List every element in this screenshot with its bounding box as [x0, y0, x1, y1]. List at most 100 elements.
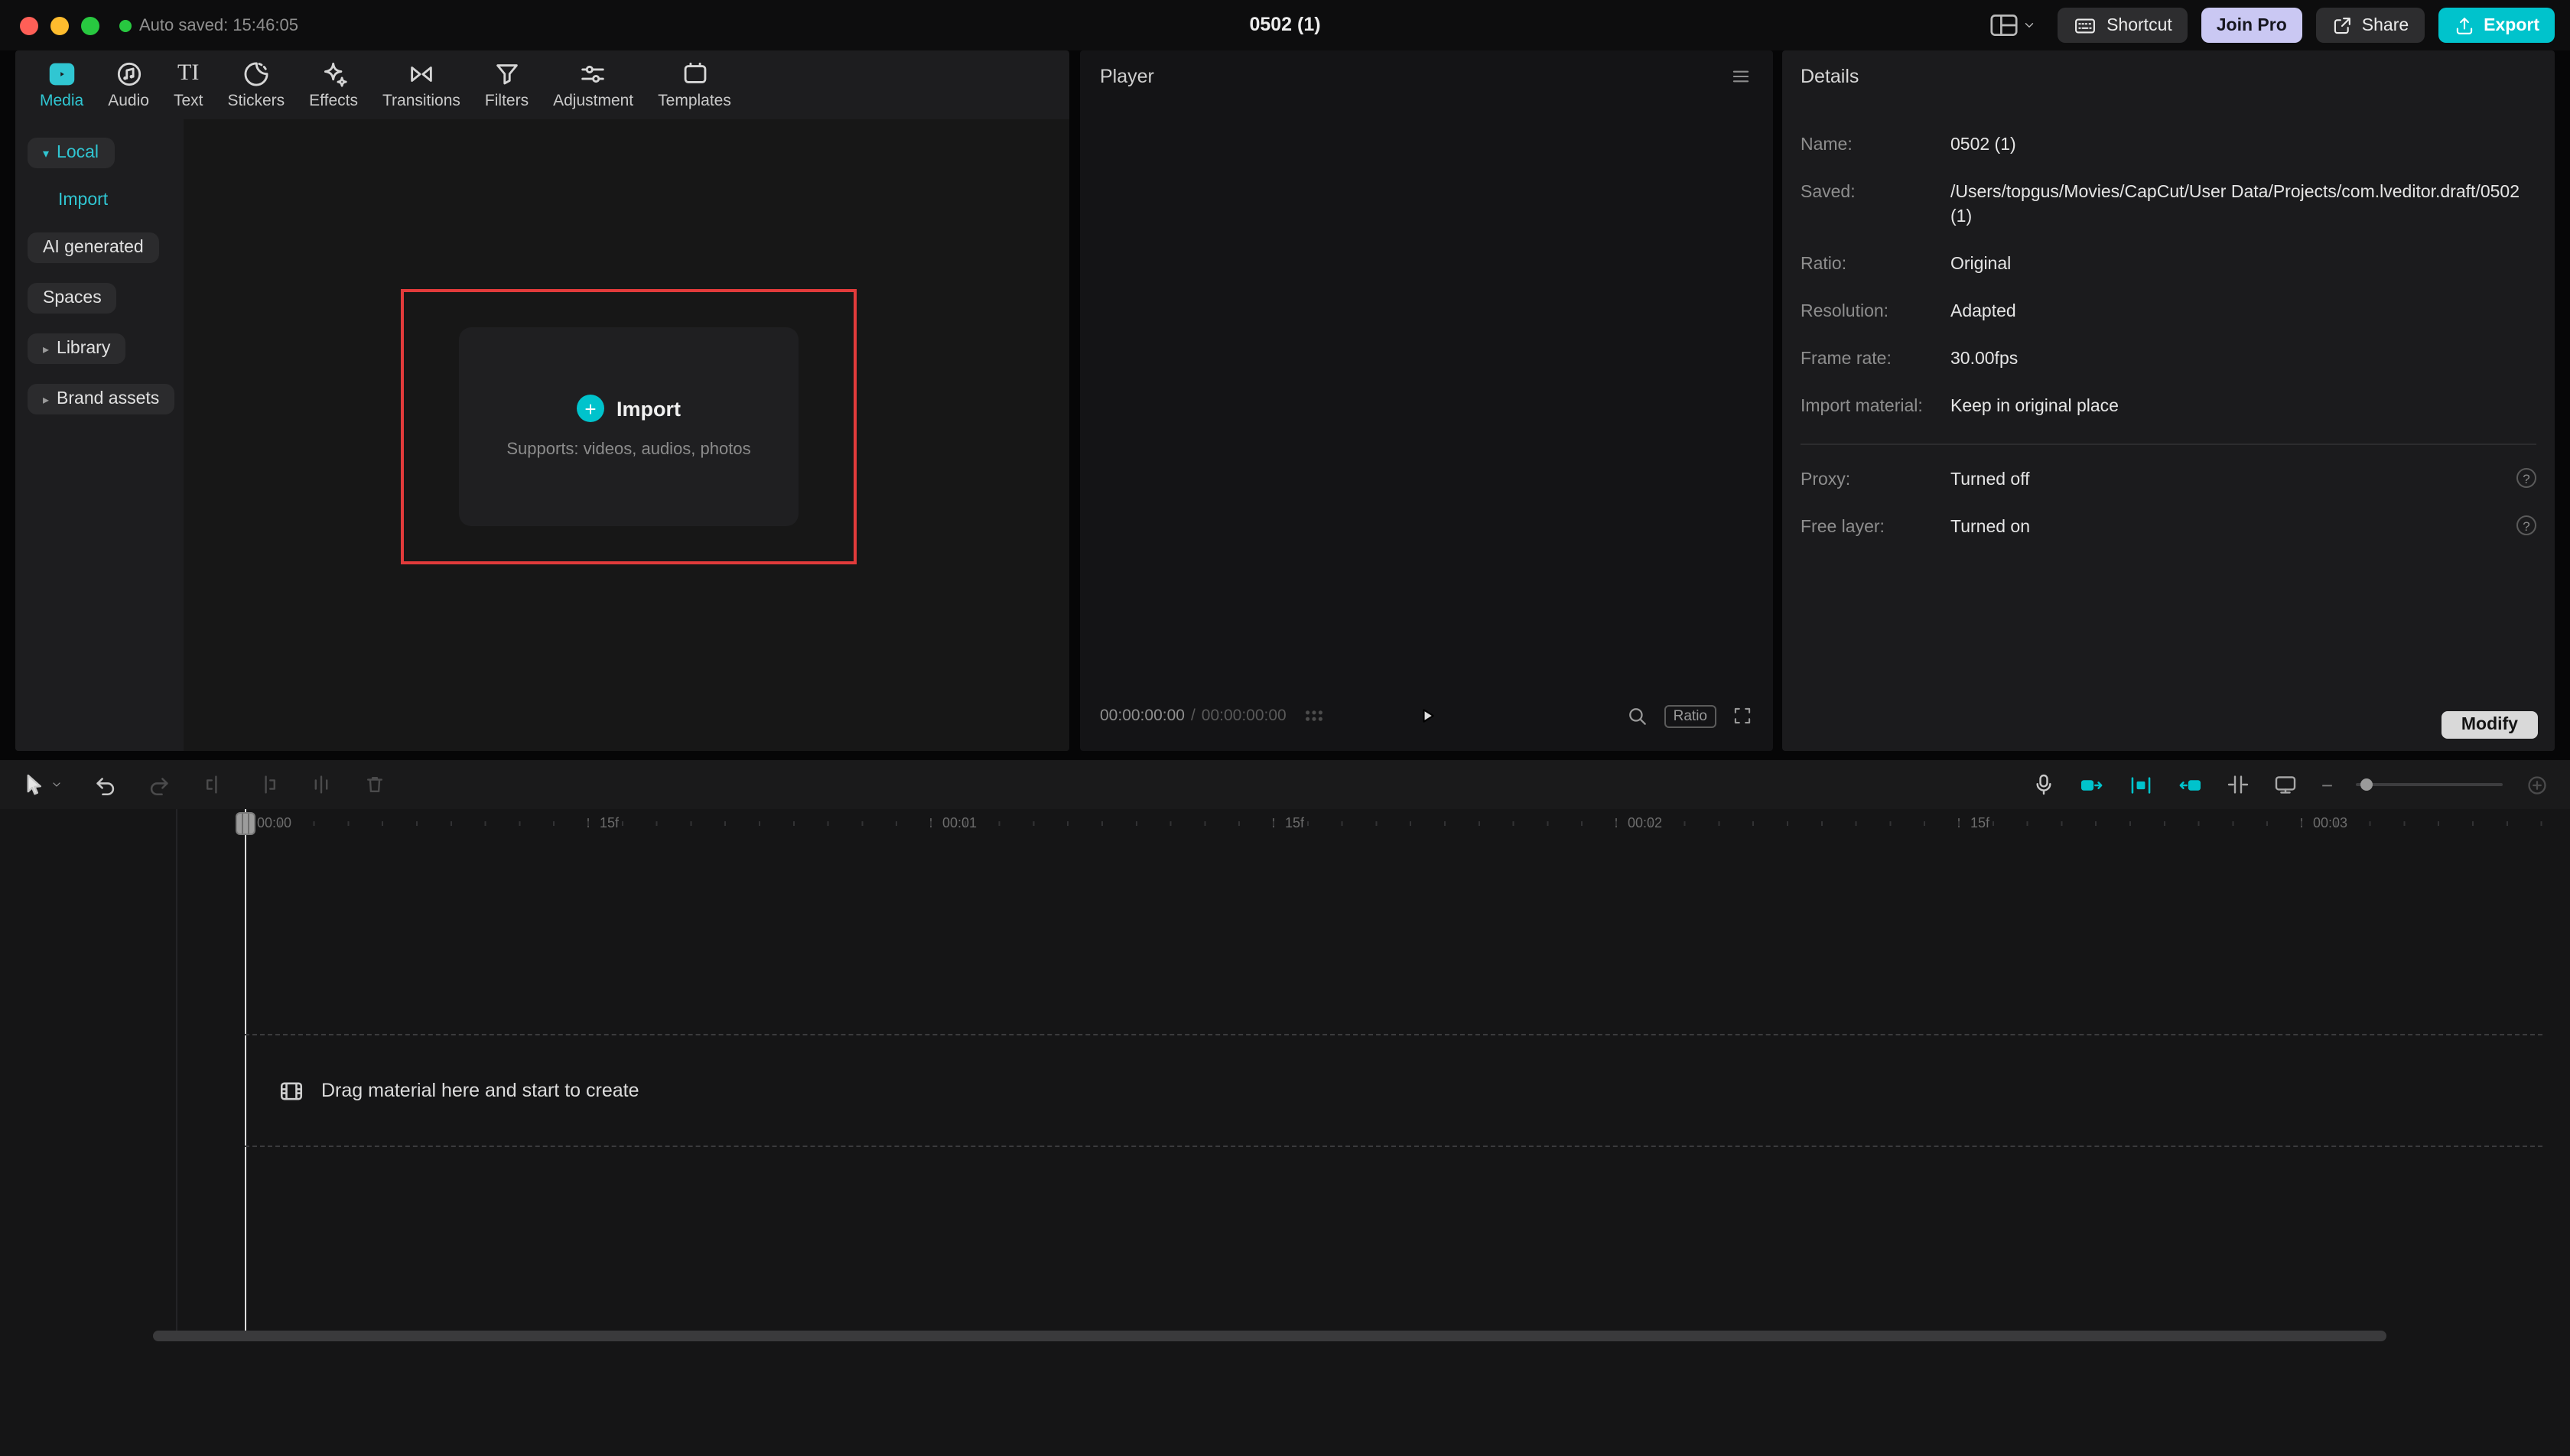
undo-button[interactable]: [92, 772, 118, 798]
sidebar-item-ai-generated-label: AI generated: [43, 239, 144, 257]
select-tool-button[interactable]: [21, 772, 63, 797]
split-icon: [314, 775, 328, 794]
timecode-separator: /: [1190, 707, 1196, 725]
split-button[interactable]: [309, 772, 333, 797]
zoom-slider-handle[interactable]: [2360, 778, 2373, 791]
share-icon: [2334, 17, 2350, 34]
tab-text[interactable]: TI Text: [161, 60, 216, 112]
caret-right-icon: ▸: [43, 392, 50, 406]
titlebar: Auto saved: 15:46:05 0502 (1) Shortcut J…: [0, 0, 2570, 50]
export-button[interactable]: Export: [2438, 8, 2555, 43]
delete-button[interactable]: [363, 772, 387, 797]
detail-row-saved: Saved: /Users/topgus/Movies/CapCut/User …: [1801, 180, 2536, 229]
sidebar-item-ai-generated[interactable]: AI generated: [28, 232, 159, 263]
sidebar-item-brand-assets[interactable]: ▸ Brand assets: [28, 384, 175, 414]
trim-left-button[interactable]: [202, 772, 226, 797]
import-dropzone-button[interactable]: + Import Supports: videos, audios, photo…: [459, 327, 799, 526]
trim-right-button[interactable]: [255, 772, 280, 797]
tab-transitions[interactable]: Transitions: [370, 60, 473, 112]
help-icon[interactable]: ?: [2516, 515, 2536, 535]
ruler-mark: 15f: [587, 812, 930, 834]
ruler-mark: 00:03: [2301, 812, 2570, 834]
autosave-label: Auto saved: 15:46:05: [139, 16, 298, 34]
autosave-status-icon: [119, 19, 132, 31]
media-icon: [49, 63, 74, 86]
workspace-layout-button[interactable]: [1990, 14, 2036, 37]
capcut-window: Auto saved: 15:46:05 0502 (1) Shortcut J…: [0, 0, 2570, 1456]
redo-icon: [150, 777, 168, 795]
preview-axis-icon: [2276, 776, 2297, 794]
ruler-mark: 00:00: [245, 812, 587, 834]
ruler-mark: 15f: [1273, 812, 1615, 834]
zoom-in-icon: [2528, 775, 2546, 794]
import-button-label: Import: [616, 397, 681, 420]
tab-templates[interactable]: Templates: [646, 60, 743, 112]
modify-button[interactable]: Modify: [2441, 711, 2538, 739]
sidebar-item-import[interactable]: Import: [43, 188, 123, 213]
redo-button[interactable]: [147, 772, 173, 798]
magnetic-track-button[interactable]: [2080, 772, 2106, 798]
detail-value: 0502 (1): [1950, 136, 2016, 154]
timeline-ruler[interactable]: 00:00 15f 00:01 15f 00:02 15f 00:03: [245, 812, 2570, 834]
tab-stickers[interactable]: Stickers: [215, 60, 297, 112]
delete-icon: [367, 777, 382, 792]
linkage-button[interactable]: [2227, 772, 2251, 797]
preview-axis-button[interactable]: [2274, 772, 2298, 797]
timeline-zoom-slider[interactable]: [2356, 778, 2503, 791]
sidebar-item-library-label: Library: [57, 340, 111, 358]
fullscreen-icon[interactable]: [1732, 705, 1753, 726]
maximize-window-button[interactable]: [81, 16, 99, 34]
tab-adjustment[interactable]: Adjustment: [541, 60, 646, 112]
detail-value: Adapted: [1950, 303, 2016, 321]
minimize-window-button[interactable]: [50, 16, 69, 34]
zoom-out-button[interactable]: −: [2321, 775, 2333, 795]
sidebar-item-local[interactable]: ▾ Local: [28, 138, 115, 168]
detail-row-resolution: Resolution: Adapted: [1801, 300, 2536, 324]
tab-text-label: Text: [173, 92, 203, 110]
microphone-icon: [2037, 774, 2052, 795]
tab-filters[interactable]: Filters: [473, 60, 541, 112]
detail-row-free-layer: Free layer: Turned on ?: [1801, 515, 2536, 540]
linked-clips-icon: [2132, 776, 2152, 793]
detail-label: Frame rate:: [1801, 350, 1892, 369]
play-button[interactable]: [1416, 705, 1437, 726]
window-controls: [20, 16, 99, 34]
sidebar-item-import-label: Import: [58, 191, 109, 210]
playhead-handle[interactable]: [236, 812, 255, 835]
adjustment-icon: [581, 65, 605, 83]
media-sidebar: ▾ Local Import AI generated Spaces ▸ Lib…: [15, 119, 184, 751]
tab-audio[interactable]: Audio: [96, 60, 161, 112]
join-pro-button[interactable]: Join Pro: [2201, 8, 2302, 43]
tab-effects[interactable]: Effects: [297, 60, 370, 112]
stickers-icon: [244, 62, 268, 86]
sidebar-item-spaces[interactable]: Spaces: [28, 283, 117, 314]
ripple-edit-button[interactable]: [2178, 772, 2204, 798]
tab-media[interactable]: Media: [28, 60, 96, 112]
filters-icon: [496, 64, 518, 85]
zoom-in-button[interactable]: [2526, 773, 2549, 796]
sidebar-item-library[interactable]: ▸ Library: [28, 333, 126, 364]
player-menu-icon[interactable]: [1729, 66, 1753, 87]
player-controls: 00:00:00:00 / 00:00:00:00 Ratio: [1100, 700, 1753, 731]
titlebar-actions: Shortcut Join Pro Share Export: [1990, 0, 2555, 50]
transitions-icon: [411, 67, 432, 82]
close-window-button[interactable]: [20, 16, 38, 34]
frame-step-icon[interactable]: [1303, 708, 1325, 723]
detail-value: 30.00fps: [1950, 350, 2019, 369]
linked-clips-button[interactable]: [2129, 772, 2155, 798]
timeline-dropzone[interactable]: Drag material here and start to create: [245, 1034, 2542, 1147]
effects-icon: [324, 62, 346, 87]
timeline-scrollbar[interactable]: [153, 1331, 2386, 1341]
shortcut-button[interactable]: Shortcut: [2058, 8, 2188, 43]
ratio-button[interactable]: Ratio: [1664, 704, 1716, 727]
detail-label: Import material:: [1801, 398, 1923, 416]
help-icon[interactable]: ?: [2516, 468, 2536, 488]
share-button[interactable]: Share: [2315, 8, 2425, 43]
tab-stickers-label: Stickers: [227, 92, 285, 110]
audio-icon: [116, 62, 141, 86]
fit-zoom-icon[interactable]: [1626, 704, 1649, 727]
voiceover-button[interactable]: [2032, 772, 2057, 797]
join-pro-label: Join Pro: [2216, 16, 2287, 34]
ripple-edit-icon: [2180, 779, 2201, 790]
trim-right-icon: [265, 775, 275, 794]
